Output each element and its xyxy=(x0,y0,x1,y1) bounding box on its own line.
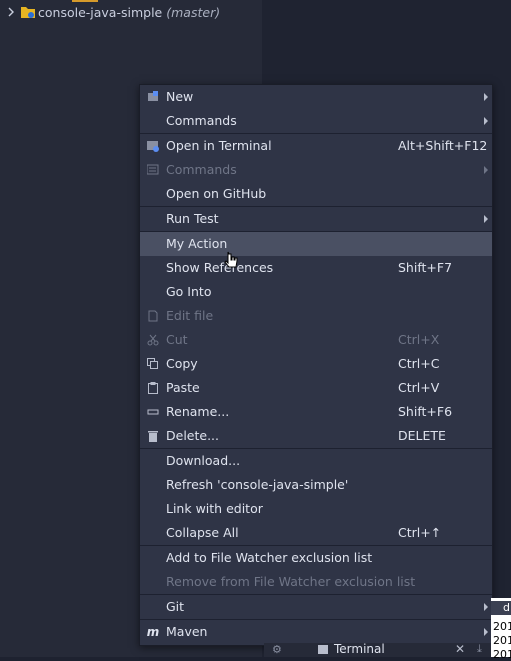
menu-item-label: Open in Terminal xyxy=(166,138,272,153)
terminal-chip-text: d xyxy=(503,601,510,614)
rename-icon xyxy=(146,405,160,419)
terminal-icon xyxy=(146,139,160,153)
menu-item-go-into[interactable]: Go Into xyxy=(140,280,492,304)
commands-icon xyxy=(146,163,160,177)
menu-item-label: Run Test xyxy=(166,211,219,226)
download-icon[interactable]: ⤓ xyxy=(477,642,482,656)
menu-item-my-action[interactable]: My Action xyxy=(140,232,492,256)
mouse-cursor-icon xyxy=(224,250,240,275)
menu-item-label: Copy xyxy=(166,356,198,371)
terminal-line: 201 xyxy=(493,634,511,647)
copy-icon xyxy=(146,357,160,371)
context-menu: New Commands Open in Terminal Alt+Shift+… xyxy=(139,84,493,646)
menu-item-label: Commands xyxy=(166,162,237,177)
menu-item-label: Commands xyxy=(166,113,237,128)
submenu-arrow-icon xyxy=(484,603,488,611)
edit-file-icon xyxy=(146,309,160,323)
menu-item-label: Open on GitHub xyxy=(166,186,267,201)
menu-item-label: Maven xyxy=(166,624,208,639)
menu-item-git[interactable]: Git xyxy=(140,595,492,619)
menu-item-new[interactable]: New xyxy=(140,85,492,109)
menu-item-shortcut: DELETE xyxy=(398,428,446,443)
menu-item-label: Edit file xyxy=(166,308,214,323)
gear-icon[interactable]: ⚙ xyxy=(272,643,282,657)
menu-item-open-on-github[interactable]: Open on GitHub xyxy=(140,182,492,206)
menu-item-paste[interactable]: Paste Ctrl+V xyxy=(140,376,492,400)
menu-item-shortcut: Ctrl+↑ xyxy=(398,525,442,540)
menu-item-label: Rename... xyxy=(166,404,230,419)
menu-item-label: Delete... xyxy=(166,428,219,443)
terminal-tab[interactable]: ⚙ Terminal ✕ ⤓ xyxy=(264,642,494,657)
chevron-right-icon[interactable] xyxy=(4,5,18,19)
project-name: console-java-simple xyxy=(38,4,163,20)
delete-icon xyxy=(146,429,160,443)
menu-item-open-in-terminal[interactable]: Open in Terminal Alt+Shift+F12 xyxy=(140,134,492,158)
menu-item-label: Git xyxy=(166,599,185,614)
menu-item-label: New xyxy=(166,89,194,104)
terminal-icon xyxy=(318,645,328,654)
menu-item-maven[interactable]: m Maven xyxy=(140,620,492,644)
menu-item-download[interactable]: Download... xyxy=(140,449,492,473)
menu-item-label: Collapse All xyxy=(166,525,239,540)
menu-item-remove-file-watcher-exclusion: Remove from File Watcher exclusion list xyxy=(140,570,492,594)
menu-item-delete[interactable]: Delete... DELETE xyxy=(140,424,492,448)
menu-item-refresh[interactable]: Refresh 'console-java-simple' xyxy=(140,473,492,497)
submenu-arrow-icon xyxy=(484,93,488,101)
project-tree-root[interactable]: console-java-simple (master) xyxy=(0,2,262,22)
menu-item-label: Add to File Watcher exclusion list xyxy=(166,550,373,565)
terminal-line: 201 xyxy=(493,620,511,633)
menu-item-edit-file: Edit file xyxy=(140,304,492,328)
menu-item-rename[interactable]: Rename... Shift+F6 xyxy=(140,400,492,424)
submenu-arrow-icon xyxy=(484,166,488,174)
submenu-arrow-icon xyxy=(484,628,488,636)
menu-item-shortcut: Shift+F6 xyxy=(398,404,453,419)
submenu-arrow-icon xyxy=(484,117,488,125)
menu-item-collapse-all[interactable]: Collapse All Ctrl+↑ xyxy=(140,521,492,545)
cut-icon xyxy=(146,333,160,347)
new-icon xyxy=(146,90,160,104)
menu-item-label: Refresh 'console-java-simple' xyxy=(166,477,349,492)
menu-item-label: Remove from File Watcher exclusion list xyxy=(166,574,416,589)
paste-icon xyxy=(146,381,160,395)
menu-item-shortcut: Ctrl+X xyxy=(398,332,440,347)
menu-item-commands-disabled: Commands xyxy=(140,158,492,182)
branch-label: (master) xyxy=(166,4,221,20)
menu-item-shortcut: Ctrl+V xyxy=(398,380,440,395)
terminal-header-chip: d xyxy=(491,601,511,615)
menu-item-cut: Cut Ctrl+X xyxy=(140,328,492,352)
menu-item-add-file-watcher-exclusion[interactable]: Add to File Watcher exclusion list xyxy=(140,546,492,570)
terminal-panel: d 201 201 201 xyxy=(491,598,511,661)
menu-item-commands[interactable]: Commands xyxy=(140,109,492,133)
menu-item-label: Download... xyxy=(166,453,241,468)
menu-item-show-references[interactable]: Show References Shift+F7 xyxy=(140,256,492,280)
menu-item-label: Paste xyxy=(166,380,200,395)
menu-item-label: Link with editor xyxy=(166,501,263,516)
maven-icon: m xyxy=(146,625,160,639)
menu-item-shortcut: Ctrl+C xyxy=(398,356,440,371)
menu-item-label: Cut xyxy=(166,332,188,347)
terminal-label: Terminal xyxy=(334,642,385,656)
menu-item-link-with-editor[interactable]: Link with editor xyxy=(140,497,492,521)
folder-icon xyxy=(20,5,36,19)
terminal-line: 201 xyxy=(493,648,511,661)
menu-item-run-test[interactable]: Run Test xyxy=(140,207,492,231)
menu-item-label: My Action xyxy=(166,236,228,251)
submenu-arrow-icon xyxy=(484,215,488,223)
menu-item-label: Go Into xyxy=(166,284,212,299)
close-icon[interactable]: ✕ xyxy=(455,642,465,656)
menu-item-shortcut: Alt+Shift+F12 xyxy=(398,138,488,153)
menu-item-label: Show References xyxy=(166,260,274,275)
menu-item-copy[interactable]: Copy Ctrl+C xyxy=(140,352,492,376)
menu-item-shortcut: Shift+F7 xyxy=(398,260,453,275)
